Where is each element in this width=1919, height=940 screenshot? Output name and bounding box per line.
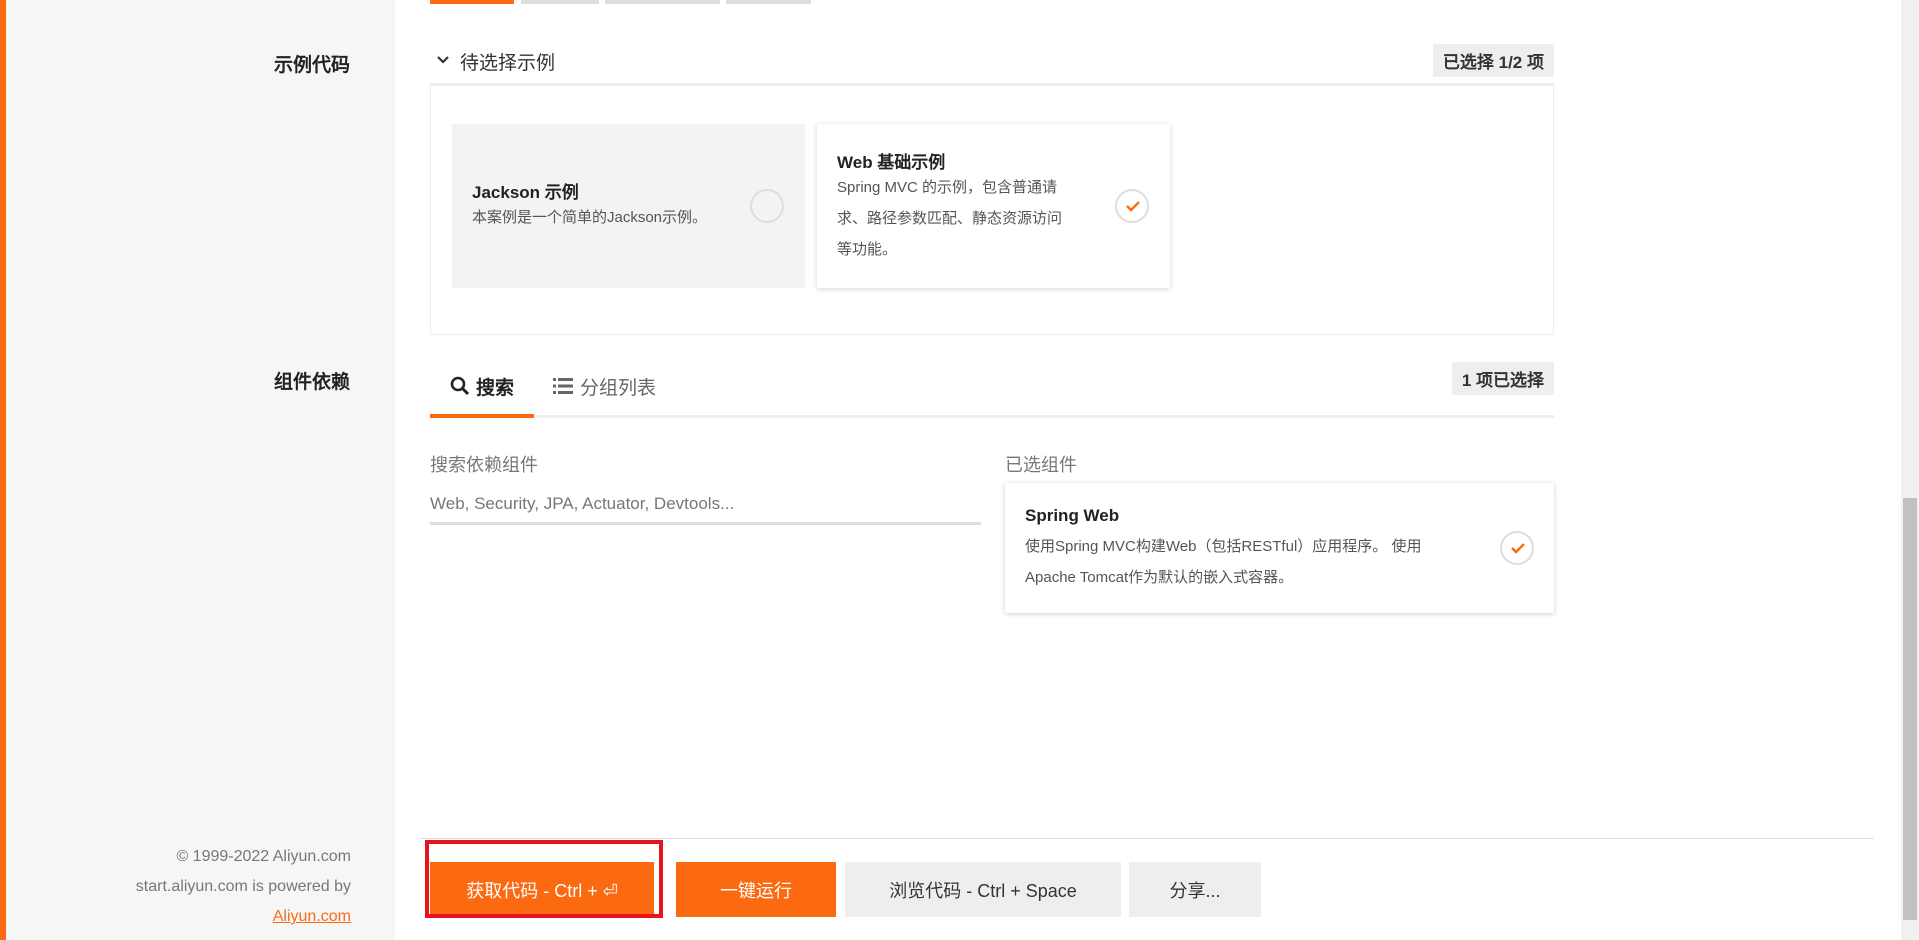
run-button[interactable]: 一键运行	[676, 862, 836, 917]
copyright-text: © 1999-2022 Aliyun.com	[176, 848, 351, 865]
example-card-desc-line-3: 等功能。	[837, 241, 898, 258]
aliyun-link[interactable]: Aliyun.com	[273, 908, 351, 926]
dependencies-label: 组件依赖	[273, 372, 350, 393]
action-bar-divider	[420, 838, 1874, 839]
dependency-desc-line-2: Apache Tomcat作为默认的嵌入式容器。	[1025, 569, 1294, 586]
powered-by-text: start.aliyun.com is powered by	[135, 878, 351, 895]
examples-panel: Jackson 示例 本案例是一个简单的Jackson示例。 Web 基础示例 …	[430, 86, 1554, 335]
tab-group-list-label: 分组列表	[580, 378, 657, 399]
dependency-title: Spring Web	[1025, 506, 1120, 525]
example-card-title: Web 基础示例	[837, 153, 946, 172]
example-card-desc: 本案例是一个简单的Jackson示例。	[472, 209, 708, 226]
example-radio-jackson[interactable]	[750, 189, 784, 223]
selected-label: 已选组件	[1005, 455, 1077, 475]
get-code-button[interactable]: 获取代码 - Ctrl + ⏎	[430, 862, 654, 917]
example-card-desc-line-2: 求、路径参数匹配、静态资源访问	[837, 210, 1063, 227]
dependency-checkbox[interactable]	[1500, 531, 1534, 565]
dependencies-tabs: 搜索 分组列表 1 项已选择	[430, 355, 1554, 418]
tab-search-label: 搜索	[476, 378, 515, 399]
example-radio-web[interactable]	[1115, 189, 1149, 223]
share-button[interactable]: 分享...	[1129, 862, 1261, 917]
search-icon	[450, 376, 470, 396]
dependency-search-input[interactable]	[430, 485, 981, 525]
chevron-down-icon	[437, 56, 449, 64]
top-tab-4[interactable]	[726, 0, 811, 4]
scrollbar[interactable]	[1901, 0, 1919, 940]
example-card-jackson[interactable]: Jackson 示例 本案例是一个简单的Jackson示例。	[452, 124, 805, 288]
tab-search[interactable]: 搜索	[430, 355, 534, 418]
tab-group-list[interactable]: 分组列表	[552, 355, 672, 418]
checkmark-icon	[1126, 201, 1140, 212]
top-tab-2[interactable]	[521, 0, 599, 4]
sidebar: 示例代码 组件依赖 © 1999-2022 Aliyun.com start.a…	[6, 0, 395, 940]
example-card-desc-line-1: Spring MVC 的示例，包含普通请	[837, 179, 1058, 196]
examples-header-title: 待选择示例	[460, 53, 556, 74]
dependency-desc-line-1: 使用Spring MVC构建Web（包括RESTful）应用程序。 使用	[1025, 538, 1422, 555]
list-icon	[553, 378, 573, 394]
top-tab-active[interactable]	[430, 0, 514, 4]
example-card-title: Jackson 示例	[472, 183, 579, 202]
dependencies-selected-badge: 1 项已选择	[1451, 362, 1554, 395]
checkmark-icon	[1511, 543, 1525, 554]
top-tab-3[interactable]	[605, 0, 720, 4]
examples-selected-badge: 已选择 1/2 项	[1432, 44, 1554, 77]
browse-code-button[interactable]: 浏览代码 - Ctrl + Space	[845, 862, 1121, 917]
search-label: 搜索依赖组件	[430, 455, 538, 475]
selected-dependency-card[interactable]: Spring Web 使用Spring MVC构建Web（包括RESTful）应…	[1005, 483, 1554, 613]
example-card-web[interactable]: Web 基础示例 Spring MVC 的示例，包含普通请 求、路径参数匹配、静…	[817, 124, 1170, 288]
example-code-label: 示例代码	[273, 55, 350, 76]
scrollbar-thumb[interactable]	[1903, 498, 1917, 920]
examples-collapse-header[interactable]: 待选择示例 已选择 1/2 项	[430, 40, 1554, 86]
